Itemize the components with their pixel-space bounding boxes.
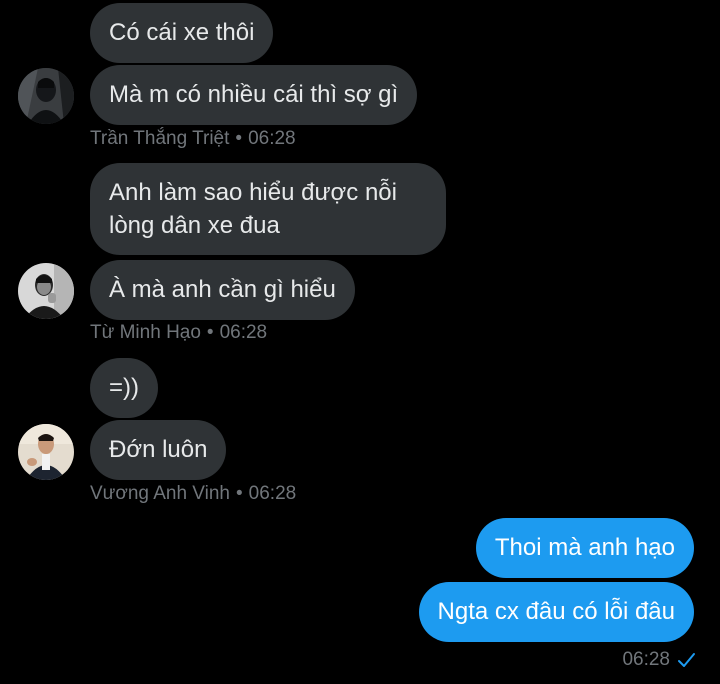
message-meta: Vương Anh Vinh • 06:28 bbox=[90, 482, 296, 506]
outgoing-meta: 06:28 bbox=[622, 648, 670, 672]
separator-dot: • bbox=[206, 322, 214, 343]
avatar-vuong-anh-vinh[interactable] bbox=[18, 424, 74, 480]
incoming-message[interactable]: =)) bbox=[90, 358, 158, 418]
avatar-tu-minh-hao[interactable] bbox=[18, 263, 74, 319]
incoming-message[interactable]: Đớn luôn bbox=[90, 420, 227, 480]
incoming-message[interactable]: Anh làm sao hiểu được nỗi lòng dân xe đu… bbox=[90, 163, 446, 255]
sender-name: Từ Minh Hạo bbox=[90, 322, 201, 343]
separator-dot: • bbox=[236, 483, 243, 504]
message-time: 06:28 bbox=[219, 322, 268, 343]
message-time: 06:28 bbox=[248, 128, 296, 149]
outgoing-message[interactable]: Ngta cx đâu có lỗi đâu bbox=[418, 582, 694, 642]
incoming-message[interactable]: À mà anh cần gì hiểu bbox=[90, 260, 355, 320]
check-icon bbox=[676, 651, 696, 674]
message-meta: Từ Minh Hạo • 06:28 bbox=[90, 321, 267, 345]
incoming-message[interactable]: Mà m có nhiều cái thì sợ gì bbox=[90, 65, 418, 125]
avatar-image bbox=[18, 424, 74, 480]
incoming-message[interactable]: Có cái xe thôi bbox=[90, 3, 274, 63]
sender-name: Vương Anh Vinh bbox=[90, 483, 230, 504]
avatar-image bbox=[18, 68, 74, 124]
message-meta: Trần Thắng Triệt • 06:28 bbox=[90, 127, 296, 151]
avatar-tran-thang-triet[interactable] bbox=[18, 68, 74, 124]
avatar-image bbox=[18, 263, 74, 319]
separator-dot: • bbox=[235, 128, 243, 149]
message-time: 06:28 bbox=[622, 649, 670, 670]
sender-name: Trần Thắng Triệt bbox=[90, 128, 230, 149]
outgoing-message[interactable]: Thoi mà anh hạo bbox=[475, 518, 694, 578]
message-time: 06:28 bbox=[248, 483, 297, 504]
